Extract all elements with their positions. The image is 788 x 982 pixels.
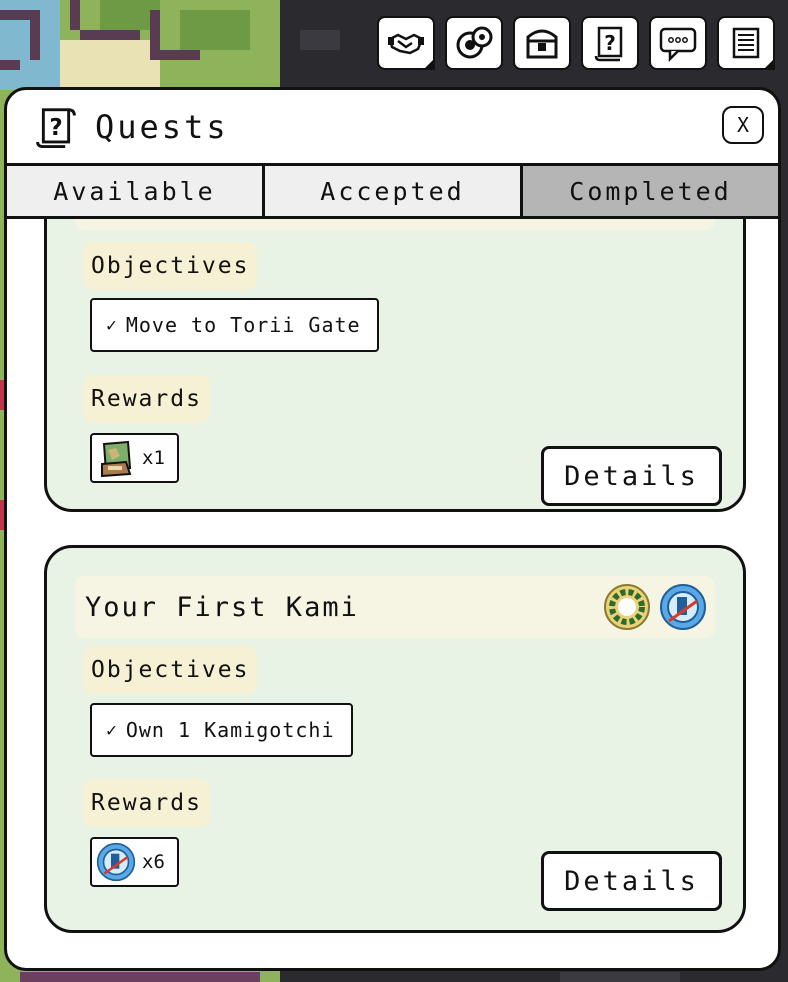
quest-scroll-icon: ? [36, 107, 76, 148]
kami-token-icon [660, 584, 706, 630]
reward-item: x1 [90, 433, 179, 483]
close-icon: X [736, 113, 750, 137]
quest-card: Your First Kami Objectives ✓ Own 1 Kamig… [44, 545, 746, 933]
settings-icon [456, 26, 493, 59]
quests-button[interactable]: ? [581, 16, 639, 70]
details-button[interactable]: Details [541, 446, 722, 506]
check-icon: ✓ [106, 719, 118, 741]
handshake-button[interactable] [377, 16, 435, 70]
objective-item: ✓ Move to Torii Gate [90, 298, 379, 352]
details-button[interactable]: Details [541, 851, 722, 911]
quest-card: Objectives ✓ Move to Torii Gate Rewards … [44, 219, 746, 512]
objectives-label: Objectives [83, 242, 258, 290]
inventory-button[interactable] [513, 16, 571, 70]
chat-icon [659, 27, 697, 63]
tab-available[interactable]: Available [7, 166, 265, 216]
page-title: Quests [95, 107, 229, 146]
laurel-badge-icon [604, 584, 650, 630]
modal-header: ? Quests X [7, 90, 778, 166]
quest-title-bar [75, 219, 715, 230]
rewards-label: Rewards [83, 375, 210, 423]
check-icon: ✓ [106, 314, 118, 336]
settings-button[interactable] [445, 16, 503, 70]
handshake-icon [388, 33, 424, 55]
quest-tabs: Available Accepted Completed [7, 166, 778, 219]
reward-item: x6 [90, 837, 179, 887]
objective-text: Move to Torii Gate [125, 313, 361, 337]
menu-icon [732, 27, 760, 59]
close-button[interactable]: X [722, 106, 764, 144]
chest-icon [526, 29, 558, 59]
reward-quantity: x6 [142, 851, 165, 873]
quest-scroll-icon: ? [594, 26, 623, 62]
tab-accepted[interactable]: Accepted [265, 166, 523, 216]
objective-text: Own 1 Kamigotchi [125, 718, 335, 742]
menu-button[interactable] [717, 16, 775, 70]
svg-text:?: ? [604, 31, 616, 55]
quests-modal: ? Quests X Available Accepted Completed … [4, 87, 781, 971]
quest-list[interactable]: Objectives ✓ Move to Torii Gate Rewards … [7, 219, 778, 968]
kami-token-icon [96, 842, 136, 882]
objective-item: ✓ Own 1 Kamigotchi [90, 703, 353, 757]
quest-title-bar: Your First Kami [75, 576, 715, 638]
map-item-icon [101, 440, 132, 478]
rewards-label: Rewards [83, 779, 210, 827]
svg-text:?: ? [49, 115, 62, 141]
objectives-label: Objectives [83, 646, 258, 694]
quest-badges [603, 583, 707, 631]
chat-button[interactable] [649, 16, 707, 70]
reward-quantity: x1 [142, 447, 165, 469]
top-toolbar: ? [377, 16, 775, 70]
tab-completed[interactable]: Completed [523, 166, 778, 216]
quest-title: Your First Kami [85, 591, 359, 623]
